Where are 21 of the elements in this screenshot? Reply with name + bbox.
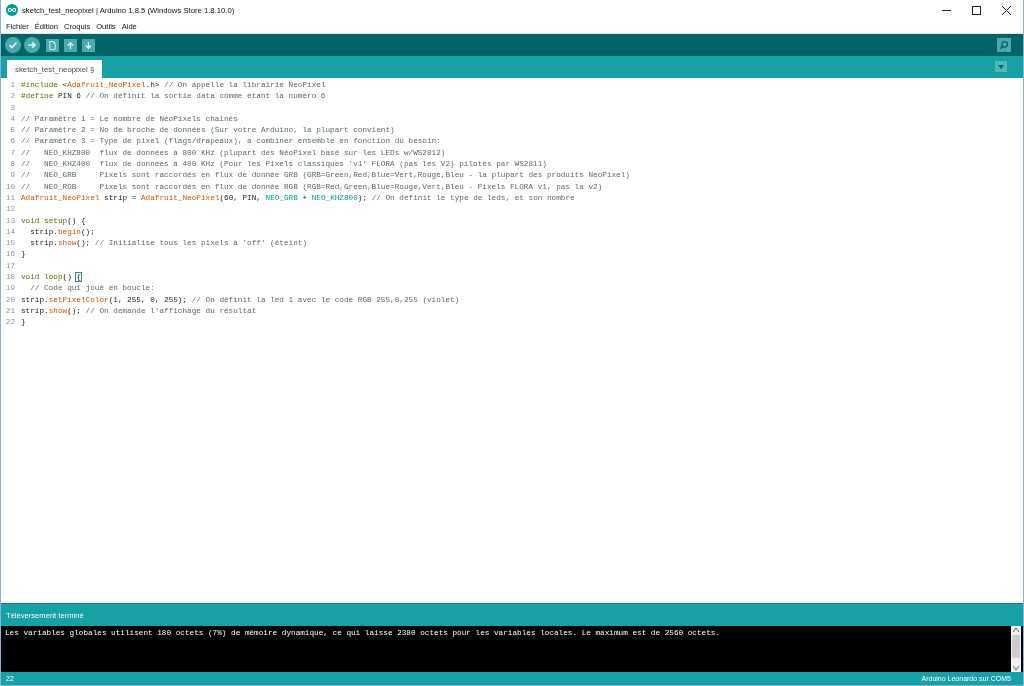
upload-button[interactable]: [24, 37, 40, 53]
right-arrow-icon: [27, 40, 37, 50]
serial-monitor-button[interactable]: [997, 38, 1011, 52]
caret-down-icon: [1013, 666, 1019, 670]
scrollbar-thumb[interactable]: [1012, 635, 1020, 658]
maximize-icon: [971, 5, 981, 15]
save-button[interactable]: [82, 38, 95, 52]
caret-down-icon: [998, 64, 1004, 69]
infinity-logo-icon: [6, 4, 18, 16]
close-icon: [1001, 5, 1011, 15]
search-icon: [999, 40, 1009, 50]
scrollbar[interactable]: [1011, 626, 1021, 672]
down-arrow-icon: [84, 40, 93, 50]
tab-menu-button[interactable]: [995, 61, 1007, 72]
up-arrow-icon: [66, 40, 75, 50]
document-icon: [48, 40, 57, 50]
check-icon: [8, 40, 18, 50]
verify-button[interactable]: [5, 37, 21, 53]
open-button[interactable]: [64, 38, 77, 52]
new-button[interactable]: [46, 38, 59, 52]
caret-up-icon: [1013, 628, 1019, 632]
